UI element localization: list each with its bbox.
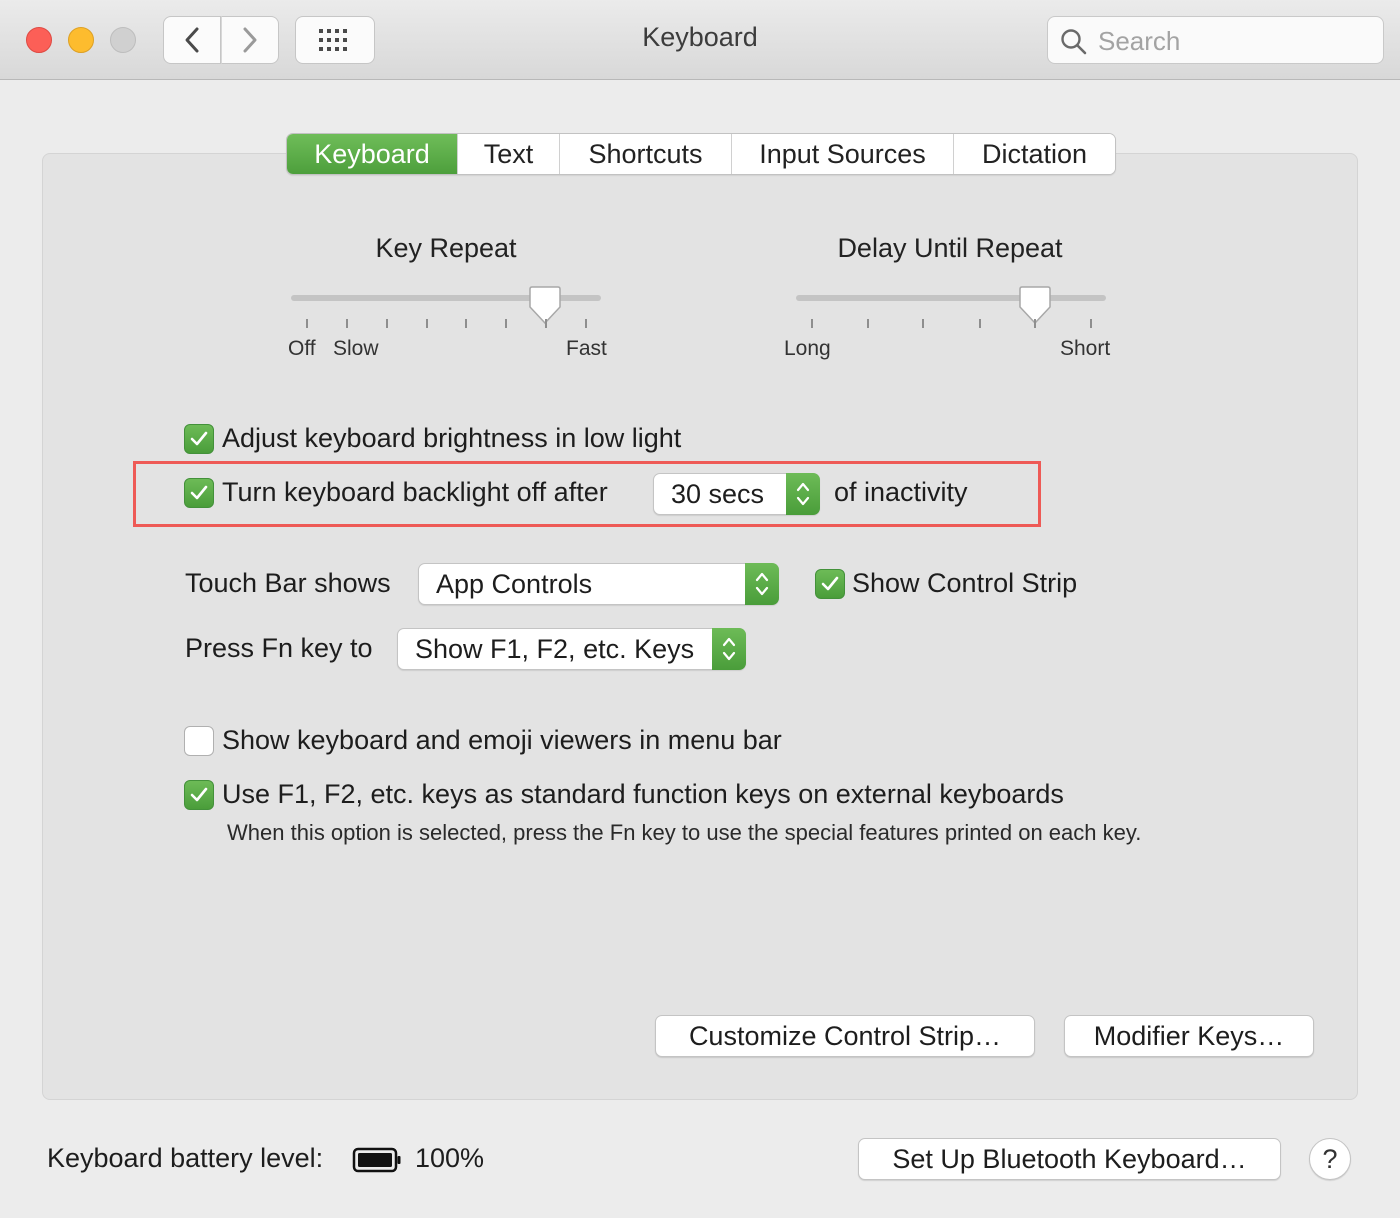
battery-value: 100% (415, 1143, 485, 1173)
tab-text[interactable]: Text (457, 134, 559, 174)
key-repeat-tick (465, 319, 467, 328)
checkmark-icon (821, 576, 839, 591)
delay-until-repeat-slider[interactable] (796, 295, 1106, 301)
show-control-strip-checkbox[interactable] (815, 569, 845, 599)
search-input[interactable]: Search (1047, 16, 1384, 64)
key-repeat-label-fast: Fast (566, 337, 607, 360)
delay-until-repeat-title: Delay Until Repeat (837, 233, 1063, 263)
checkmark-icon (190, 787, 208, 802)
popup-stepper (786, 473, 820, 515)
backlight-duration-popup[interactable]: 30 secs (653, 473, 820, 515)
key-repeat-tick (426, 319, 428, 328)
delay-tick (867, 319, 869, 328)
modifier-keys-button[interactable]: Modifier Keys… (1064, 1015, 1314, 1057)
key-repeat-label-off: Off (288, 337, 316, 360)
key-repeat-tick (505, 319, 507, 328)
fn-key-value: Show F1, F2, etc. Keys (415, 634, 695, 664)
touch-bar-value: App Controls (436, 569, 593, 599)
show-control-strip-label: Show Control Strip (852, 568, 1078, 598)
tab-shortcuts[interactable]: Shortcuts (559, 134, 731, 174)
function-keys-note: When this option is selected, press the … (227, 820, 1142, 845)
key-repeat-title: Key Repeat (375, 233, 517, 263)
up-down-chevron-icon (722, 637, 736, 661)
function-keys-label: Use F1, F2, etc. keys as standard functi… (222, 779, 1064, 809)
up-down-chevron-icon (755, 572, 769, 596)
battery-label: Keyboard battery level: (47, 1143, 324, 1173)
settings-panel (42, 153, 1358, 1100)
tab-bar: Keyboard Text Shortcuts Input Sources Di… (286, 133, 1116, 175)
backlight-off-checkbox[interactable] (184, 478, 214, 508)
backlight-off-suffix: of inactivity (834, 477, 968, 507)
backlight-off-label: Turn keyboard backlight off after (222, 477, 608, 507)
search-icon (1061, 29, 1087, 55)
backlight-duration-value: 30 secs (671, 479, 765, 509)
adjust-brightness-checkbox[interactable] (184, 424, 214, 454)
function-keys-checkbox[interactable] (184, 780, 214, 810)
delay-tick (979, 319, 981, 328)
key-repeat-label-slow: Slow (333, 337, 379, 360)
delay-tick (811, 319, 813, 328)
delay-label-long: Long (784, 337, 831, 360)
delay-tick (1034, 319, 1036, 328)
popup-stepper (745, 563, 779, 605)
checkmark-icon (190, 431, 208, 446)
delay-label-short: Short (1060, 337, 1111, 360)
tab-input-sources[interactable]: Input Sources (731, 134, 953, 174)
key-repeat-tick (386, 319, 388, 328)
battery-icon (352, 1147, 401, 1173)
up-down-chevron-icon (796, 482, 810, 506)
search-placeholder: Search (1098, 26, 1181, 56)
key-repeat-tick (545, 319, 547, 328)
help-button[interactable]: ? (1309, 1138, 1351, 1180)
fn-key-label: Press Fn key to (185, 633, 373, 663)
adjust-brightness-label: Adjust keyboard brightness in low light (222, 423, 682, 453)
touch-bar-popup[interactable]: App Controls (418, 563, 779, 605)
title-bar: Keyboard Search (0, 0, 1400, 80)
key-repeat-tick (306, 319, 308, 328)
emoji-viewers-checkbox[interactable] (184, 726, 214, 756)
delay-tick (922, 319, 924, 328)
touch-bar-label: Touch Bar shows (185, 568, 391, 598)
emoji-viewers-label: Show keyboard and emoji viewers in menu … (222, 725, 782, 755)
fn-key-popup[interactable]: Show F1, F2, etc. Keys (397, 628, 746, 670)
key-repeat-tick (346, 319, 348, 328)
tab-dictation[interactable]: Dictation (953, 134, 1115, 174)
tab-keyboard[interactable]: Keyboard (287, 134, 457, 174)
key-repeat-tick (585, 319, 587, 328)
customize-control-strip-button[interactable]: Customize Control Strip… (655, 1015, 1035, 1057)
popup-stepper (712, 628, 746, 670)
setup-bluetooth-keyboard-button[interactable]: Set Up Bluetooth Keyboard… (858, 1138, 1281, 1180)
checkmark-icon (190, 485, 208, 500)
delay-tick (1090, 319, 1092, 328)
